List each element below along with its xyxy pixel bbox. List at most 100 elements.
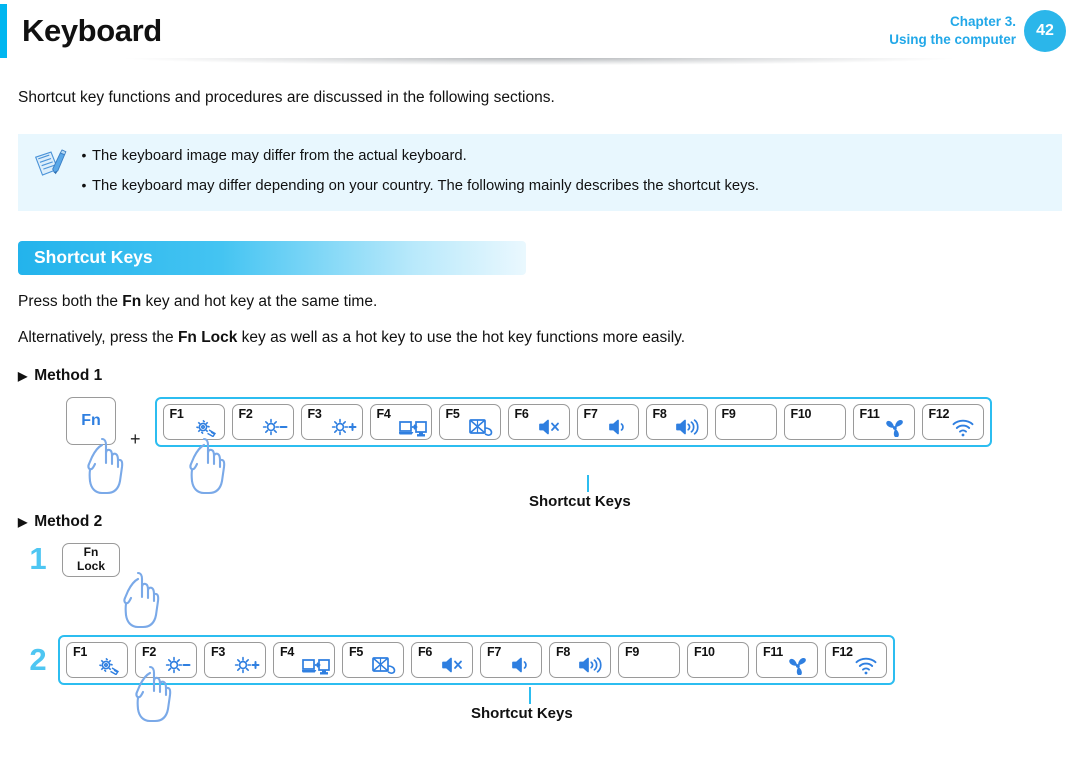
note-box: • The keyboard image may differ from the… — [18, 134, 1062, 211]
note-list-item: • The keyboard may differ depending on y… — [76, 175, 760, 198]
function-key-f4[interactable]: F4 — [273, 641, 335, 678]
fan-icon — [885, 419, 903, 437]
fn-key-label: Fn — [81, 411, 101, 429]
method-1-heading: ▶ Method 1 — [18, 367, 1062, 385]
function-key-f8[interactable]: F8 — [645, 403, 708, 440]
function-key-label: F9 — [721, 406, 736, 421]
fn-key[interactable]: Fn — [66, 396, 116, 445]
volume-down-icon — [512, 657, 527, 673]
method-2-heading-text: Method 2 — [34, 512, 103, 530]
pointing-hand-icon — [123, 571, 160, 628]
function-key-f3[interactable]: F3 — [204, 641, 266, 678]
function-key-label: F7 — [583, 406, 598, 421]
function-key-strip-method2: F1 F2 F3 F4 F5 F6 F7 F8 F9 F10 F11 F12 — [58, 634, 895, 685]
function-key-label: F10 — [790, 406, 812, 421]
paragraph-2-part-b: key as well as a hot key to use the hot … — [237, 328, 686, 346]
function-key-f11[interactable]: F11 — [852, 403, 915, 440]
method-2-step-2: 2 F1 F2 F3 F4 F5 F6 F7 F8 F9 F10 F11 F12 — [18, 634, 1062, 722]
fn-lock-key[interactable]: Fn Lock — [62, 542, 120, 577]
section-header-bar: Shortcut Keys — [18, 240, 526, 275]
caption-leader-line — [587, 474, 590, 492]
note-pencil-icon — [34, 149, 67, 176]
paragraph-2-bold-fnlock: Fn Lock — [177, 328, 238, 346]
section-header-title: Shortcut Keys — [34, 247, 153, 268]
note-item-text: The keyboard image may differ from the a… — [92, 148, 467, 164]
function-key-label: F10 — [694, 644, 715, 659]
function-key-label: F4 — [280, 644, 294, 659]
fn-lock-label-line1: Fn — [83, 545, 99, 560]
note-bullet-icon: • — [81, 176, 87, 193]
function-key-f10[interactable]: F10 — [687, 641, 749, 678]
chapter-number: Chapter 3. — [949, 14, 1016, 30]
function-key-label: F1 — [169, 406, 184, 421]
function-key-f5[interactable]: F5 — [342, 641, 404, 678]
fan-icon — [789, 657, 806, 675]
method-1-heading-text: Method 1 — [34, 366, 103, 384]
external-display-icon — [302, 658, 330, 675]
function-key-label: F8 — [556, 644, 570, 659]
function-key-label: F5 — [445, 406, 460, 421]
volume-up-icon — [579, 657, 602, 673]
volume-down-icon — [608, 419, 624, 435]
function-key-f1[interactable]: F1 — [66, 641, 128, 678]
brightness-up-icon — [331, 418, 357, 436]
volume-mute-icon — [538, 419, 559, 435]
function-key-f2[interactable]: F2 — [231, 403, 294, 440]
function-key-f8[interactable]: F8 — [549, 641, 611, 678]
touchpad-off-icon — [372, 656, 396, 674]
brightness-up-icon — [234, 656, 260, 674]
function-key-f6[interactable]: F6 — [507, 403, 570, 440]
function-key-label: F5 — [349, 644, 363, 659]
header-accent-bar — [0, 4, 7, 58]
function-key-f11[interactable]: F11 — [756, 641, 818, 678]
header-right-group: Chapter 3. Using the computer 42 — [889, 10, 1080, 52]
note-item-text: The keyboard may differ depending on you… — [92, 177, 760, 194]
function-key-f9[interactable]: F9 — [618, 641, 680, 678]
function-key-label: F12 — [928, 406, 950, 421]
chapter-name: Using the computer — [889, 32, 1016, 47]
caption-leader-line — [529, 686, 532, 704]
external-display-icon — [398, 420, 427, 437]
function-key-label: F1 — [73, 644, 87, 659]
method-1-key-diagram: Fn + F1 F2 F3 F4 F5 F6 F7 F8 F9 F10 F11 … — [18, 396, 1062, 494]
function-key-label: F4 — [376, 406, 391, 421]
function-key-f6[interactable]: F6 — [411, 641, 473, 678]
method-1-caption: Shortcut Keys — [529, 492, 631, 510]
function-key-f9[interactable]: F9 — [714, 403, 777, 440]
function-key-f4[interactable]: F4 — [369, 403, 432, 440]
function-key-label: F7 — [487, 644, 501, 659]
instruction-paragraph-2: Alternatively, press the Fn Lock key as … — [18, 329, 1062, 347]
triangle-right-icon: ▶ — [18, 368, 28, 383]
function-key-f5[interactable]: F5 — [438, 403, 501, 440]
function-key-f10[interactable]: F10 — [783, 403, 846, 440]
function-key-f1[interactable]: F1 — [162, 403, 225, 440]
function-key-label: F6 — [514, 406, 529, 421]
function-key-label: F6 — [418, 644, 432, 659]
function-key-f2[interactable]: F2 — [135, 641, 197, 678]
intro-paragraph: Shortcut key functions and procedures ar… — [18, 89, 555, 106]
function-key-label: F12 — [832, 644, 853, 659]
triangle-right-icon: ▶ — [18, 514, 28, 529]
function-key-f3[interactable]: F3 — [300, 403, 363, 440]
function-key-label: F9 — [625, 644, 639, 659]
brightness-down-icon — [262, 418, 288, 436]
volume-mute-icon — [442, 657, 462, 673]
function-key-label: F8 — [652, 406, 667, 421]
function-key-f12[interactable]: F12 — [921, 403, 984, 440]
method-2-caption: Shortcut Keys — [471, 704, 573, 722]
plus-icon: + — [130, 429, 141, 450]
page-header: Keyboard Chapter 3. Using the computer 4… — [0, 0, 1080, 62]
page-number-badge: 42 — [1024, 10, 1066, 52]
wifi-icon — [952, 419, 973, 437]
method-1-caption-group: Shortcut Keys — [18, 474, 1062, 510]
function-key-label: F3 — [307, 406, 322, 421]
paragraph-2-part-a: Alternatively, press the — [18, 328, 178, 346]
function-key-f12[interactable]: F12 — [825, 641, 887, 678]
function-key-f7[interactable]: F7 — [480, 641, 542, 678]
paragraph-1-bold-fn: Fn — [122, 292, 142, 310]
settings-gear-icon — [99, 657, 119, 675]
header-shadow-divider — [18, 58, 1062, 67]
fn-lock-label-line2: Lock — [76, 558, 105, 573]
settings-gear-icon — [195, 419, 216, 437]
function-key-f7[interactable]: F7 — [576, 403, 639, 440]
